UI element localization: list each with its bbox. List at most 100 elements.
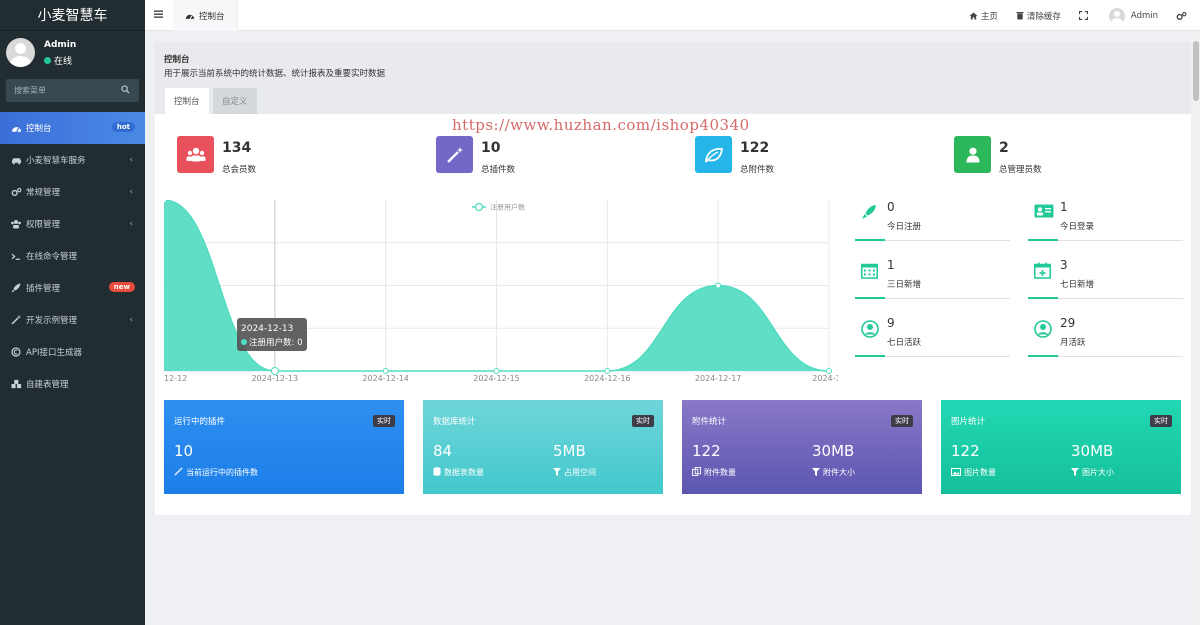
calendar-icon bbox=[861, 262, 878, 282]
user-menu[interactable]: Admin bbox=[1108, 7, 1158, 24]
dashboard-icon bbox=[185, 14, 195, 19]
cubes-icon bbox=[10, 378, 22, 390]
card-sublabel: 图片数量 bbox=[951, 467, 996, 478]
database-card: 数据库统计 实时 84 数据表数量 5MB 占用空间 bbox=[423, 400, 663, 494]
mini-stat-value: 1 bbox=[887, 258, 895, 272]
legend-marker[interactable] bbox=[474, 202, 484, 212]
tab-dashboard[interactable]: 控制台 bbox=[173, 0, 238, 31]
data-point[interactable] bbox=[715, 282, 722, 289]
mini-stat-label: 月活跃 bbox=[1060, 338, 1086, 348]
card-title: 附件统计 bbox=[692, 417, 727, 427]
chevron-left-icon: ‹ bbox=[129, 187, 133, 197]
leaf-icon bbox=[695, 136, 732, 173]
card-sublabel: 附件数量 bbox=[692, 467, 736, 478]
realtime-tag: 实时 bbox=[373, 415, 395, 427]
filter-icon bbox=[553, 467, 564, 478]
search-icon[interactable] bbox=[121, 85, 130, 94]
stat-value: 134 bbox=[222, 140, 252, 156]
sidebar-item-auth[interactable]: 权限管理 ‹ bbox=[0, 208, 145, 240]
user-status: 在线 bbox=[44, 54, 72, 67]
menu-toggle-icon[interactable] bbox=[154, 9, 164, 19]
stat-admins: 2 总管理员数 bbox=[954, 136, 1154, 176]
mini-stat-label: 今日登录 bbox=[1060, 222, 1095, 232]
scrollbar-thumb[interactable] bbox=[1193, 41, 1199, 101]
magic-icon bbox=[10, 314, 22, 326]
data-point[interactable] bbox=[826, 368, 832, 374]
stat-label: 总会员数 bbox=[222, 165, 257, 175]
terminal-icon bbox=[10, 250, 22, 262]
user-panel: Admin 在线 bbox=[6, 35, 141, 71]
content-header: 控制台 用于展示当前系统中的统计数据、统计报表及重要实时数据 控制台 自定义 bbox=[155, 42, 1191, 114]
mini-stat-month-active: 29 月活跃 bbox=[1028, 316, 1183, 358]
mini-stat-accent bbox=[1028, 297, 1058, 299]
database-icon bbox=[433, 467, 444, 478]
plugins-card: 运行中的插件 实时 10 当前运行中的插件数 bbox=[164, 400, 404, 494]
mini-stat-label: 三日新增 bbox=[887, 280, 922, 290]
dashboard-icon bbox=[10, 122, 22, 134]
top-header: 控制台 主页 清除缓存 Admin bbox=[145, 0, 1200, 31]
mini-stat-accent bbox=[1028, 355, 1058, 357]
calendar-plus-icon bbox=[1034, 262, 1051, 282]
menu-search-input[interactable] bbox=[14, 86, 114, 95]
settings-button[interactable] bbox=[1176, 11, 1190, 21]
user-icon bbox=[954, 136, 991, 173]
filter-icon bbox=[812, 467, 823, 478]
tab-custom[interactable]: 自定义 bbox=[213, 88, 257, 114]
app-logo[interactable]: 小麦智慧车 bbox=[0, 0, 145, 31]
rocket-icon bbox=[10, 282, 22, 294]
chevron-left-icon: ‹ bbox=[129, 219, 133, 229]
sidebar-item-command[interactable]: 在线命令管理 bbox=[0, 240, 145, 272]
chevron-left-icon: ‹ bbox=[129, 155, 133, 165]
sidebar-item-custom-tables[interactable]: 自建表管理 bbox=[0, 368, 145, 400]
card-value: 122 bbox=[951, 442, 980, 460]
sidebar-item-plugins[interactable]: 插件管理 new bbox=[0, 272, 145, 304]
header-actions: 主页 清除缓存 Admin bbox=[969, 0, 1200, 31]
x-tick-label: 2024-12-16 bbox=[584, 374, 631, 383]
data-point[interactable] bbox=[604, 368, 611, 374]
stat-label: 总管理员数 bbox=[999, 165, 1042, 175]
user-circle-icon bbox=[861, 320, 879, 341]
mini-stat-today-login: 1 今日登录 bbox=[1028, 200, 1183, 242]
user-name: Admin bbox=[44, 40, 77, 50]
mini-stat-today-register: 0 今日注册 bbox=[855, 200, 1010, 242]
cogs-icon bbox=[1176, 11, 1187, 20]
data-point[interactable] bbox=[382, 368, 389, 374]
sidebar-item-dashboard[interactable]: 控制台 hot bbox=[0, 112, 145, 144]
users-icon bbox=[177, 136, 214, 173]
fullscreen-icon bbox=[1078, 11, 1088, 20]
home-link[interactable]: 主页 bbox=[969, 10, 998, 22]
sidebar-item-api-generator[interactable]: API接口生成器 bbox=[0, 336, 145, 368]
mini-stat-value: 0 bbox=[887, 200, 895, 214]
card-value-secondary: 5MB bbox=[553, 442, 586, 460]
x-tick-label: 12-12 bbox=[164, 374, 187, 383]
card-title: 运行中的插件 bbox=[174, 417, 226, 427]
id-card-icon bbox=[1034, 204, 1054, 221]
card-value: 10 bbox=[174, 442, 194, 460]
car-icon bbox=[10, 154, 22, 166]
tab-console[interactable]: 控制台 bbox=[165, 88, 209, 114]
page-scrollbar[interactable] bbox=[1192, 31, 1200, 625]
registration-chart[interactable]: 12-12 2024-12-13 2024-12-14 2024-12-15 2024-… bbox=[164, 200, 838, 385]
data-point[interactable] bbox=[493, 368, 500, 374]
sidebar-item-service[interactable]: 小麦智慧车服务 ‹ bbox=[0, 144, 145, 176]
x-tick-label: 2024-12-15 bbox=[473, 374, 520, 383]
card-sublabel-secondary: 附件大小 bbox=[812, 467, 855, 478]
stat-label: 总附件数 bbox=[740, 165, 775, 175]
mini-stat-accent bbox=[1028, 239, 1058, 241]
clear-cache-button[interactable]: 清除缓存 bbox=[1016, 10, 1061, 22]
magic-icon bbox=[436, 136, 473, 173]
rocket-icon bbox=[861, 204, 877, 223]
stat-value: 10 bbox=[481, 140, 501, 156]
mini-stat-label: 七日新增 bbox=[1060, 280, 1095, 290]
watermark-text: https://www.huzhan.com/ishop40340 bbox=[452, 116, 750, 134]
tooltip-value: 注册用户数: 0 bbox=[249, 337, 302, 348]
sidebar-item-examples[interactable]: 开发示例管理 ‹ bbox=[0, 304, 145, 336]
mini-stat-three-day-new: 1 三日新增 bbox=[855, 258, 1010, 300]
mini-stat-accent bbox=[855, 239, 885, 241]
avatar bbox=[6, 38, 35, 67]
sidebar-item-general[interactable]: 常规管理 ‹ bbox=[0, 176, 145, 208]
fullscreen-button[interactable] bbox=[1078, 11, 1091, 20]
header-avatar bbox=[1108, 7, 1125, 24]
stat-attachments: 122 总附件数 bbox=[695, 136, 895, 176]
mini-stat-value: 1 bbox=[1060, 200, 1068, 214]
